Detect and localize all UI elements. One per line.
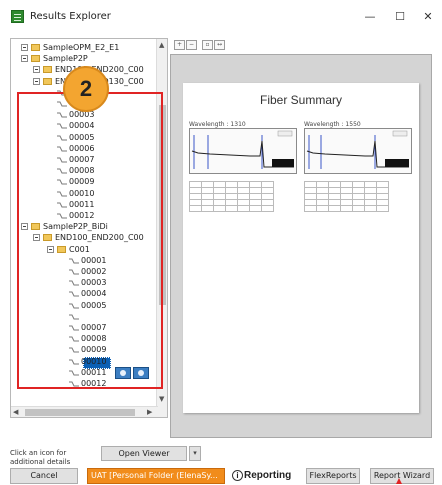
event-table-right [304, 181, 389, 212]
page-title: Fiber Summary [259, 93, 342, 107]
scroll-up-arrow-icon[interactable]: ▲ [159, 41, 164, 49]
folder-icon [43, 66, 52, 74]
open-viewer-button[interactable]: Open Viewer [101, 446, 187, 461]
zoom-out-icon[interactable]: − [186, 40, 197, 50]
tree-folder-item[interactable]: SampleOPM_E2_E1 [43, 42, 119, 54]
app-icon [11, 10, 24, 23]
title-bar: Results Explorer — ☐ ✕ [0, 0, 442, 36]
personal-folder-button[interactable]: UAT [Personal Folder (ElenaSy... [87, 468, 225, 484]
pointer-mark-icon [396, 478, 402, 484]
preview-page: Fiber Summary Wavelength : 1310 Waveleng… [183, 83, 419, 413]
otdr-trace-thumbnail-right [304, 128, 412, 174]
tree-expander-icon[interactable] [21, 44, 28, 51]
reporting-label: Reporting [244, 470, 292, 481]
preview-toolbar: + − ▫ ↔ [172, 38, 434, 52]
tree-expander-icon[interactable] [21, 55, 28, 63]
open-viewer-dropdown-icon[interactable]: ▾ [189, 446, 201, 461]
page-width-icon[interactable]: ↔ [214, 40, 225, 50]
tree-expander-icon[interactable] [33, 66, 40, 74]
scroll-right-arrow-icon[interactable]: ▶ [147, 408, 152, 416]
info-icon: i [232, 469, 243, 481]
scroll-left-arrow-icon[interactable]: ◀ [13, 408, 18, 416]
tree-expander-icon[interactable] [33, 77, 40, 85]
scroll-down-arrow-icon[interactable]: ▼ [159, 395, 164, 403]
flexreports-button[interactable]: FlexReports [306, 468, 360, 484]
minimize-button[interactable]: — [362, 9, 378, 25]
fit-page-icon[interactable]: ▫ [202, 40, 213, 50]
reporting-logo: i Reporting [232, 467, 291, 485]
event-table-left [189, 181, 274, 212]
zoom-in-icon[interactable]: + [174, 40, 185, 50]
wavelength-right-label: Wavelength : 1550 [304, 121, 361, 128]
tree-hscroll-thumb[interactable] [25, 409, 135, 416]
wavelength-left-label: Wavelength : 1310 [189, 121, 246, 128]
hint-text: Click an icon for additional details [10, 449, 71, 466]
report-preview[interactable]: Fiber Summary Wavelength : 1310 Waveleng… [170, 54, 432, 438]
tree-folder-item[interactable]: SampleP2P [43, 53, 88, 65]
otdr-trace-thumbnail-left [189, 128, 297, 174]
report-wizard-button[interactable]: Report Wizard [370, 468, 434, 484]
step-badge: 2 [63, 66, 109, 112]
window-title: Results Explorer [30, 11, 111, 22]
tree-horizontal-scrollbar[interactable]: ◀ ▶ [11, 406, 158, 417]
cancel-button[interactable]: Cancel [10, 468, 78, 484]
highlight-box [17, 92, 163, 389]
folder-icon [43, 77, 52, 85]
maximize-button[interactable]: ☐ [392, 9, 408, 25]
folder-icon [31, 55, 40, 63]
folder-icon [31, 44, 40, 51]
close-button[interactable]: ✕ [420, 9, 436, 25]
